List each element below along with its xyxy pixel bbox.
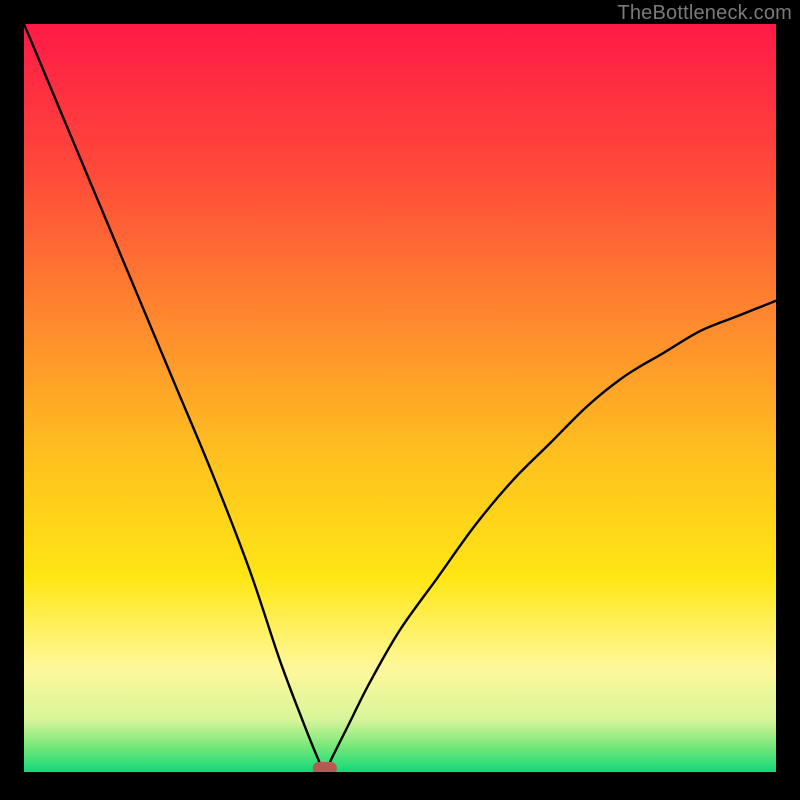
plot-area xyxy=(24,24,776,772)
curve-minimum-marker xyxy=(313,762,337,772)
chart-svg xyxy=(24,24,776,772)
gradient-background xyxy=(24,24,776,772)
watermark-text: TheBottleneck.com xyxy=(617,2,792,25)
chart-frame: TheBottleneck.com xyxy=(0,0,800,800)
